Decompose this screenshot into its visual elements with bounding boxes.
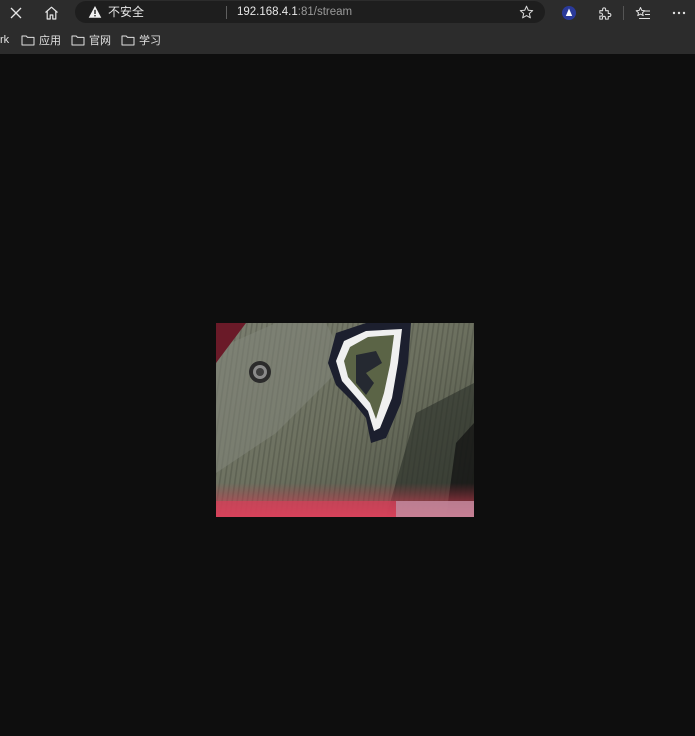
extensions-button[interactable] bbox=[590, 0, 618, 26]
more-button[interactable] bbox=[665, 0, 693, 26]
extension-badge-icon bbox=[562, 6, 576, 20]
security-status-label[interactable]: 不安全 bbox=[108, 4, 144, 20]
favorites-list-icon bbox=[635, 6, 650, 19]
bookmark-folder-study[interactable]: 学习 bbox=[121, 32, 161, 48]
url-host: 192.168.4.1 bbox=[237, 6, 298, 18]
close-icon bbox=[10, 7, 22, 19]
page-content bbox=[0, 54, 695, 736]
bookmarks-bar: rk 应用 官网 学习 bbox=[0, 26, 695, 54]
browser-toolbar: 不安全 192.168.4.1:81/stream bbox=[0, 0, 695, 26]
bookmark-folder-apps[interactable]: 应用 bbox=[21, 32, 61, 48]
close-button[interactable] bbox=[2, 0, 30, 26]
stream-image-drawing bbox=[216, 323, 474, 517]
more-icon bbox=[672, 11, 686, 15]
toolbar-divider bbox=[623, 6, 624, 20]
bookmark-label: 应用 bbox=[39, 35, 61, 47]
url-text[interactable]: 192.168.4.1:81/stream bbox=[237, 4, 352, 20]
folder-icon bbox=[121, 35, 135, 46]
bookmark-folder-official[interactable]: 官网 bbox=[71, 32, 111, 48]
add-favorite-button[interactable] bbox=[517, 3, 535, 21]
favorites-button[interactable] bbox=[629, 0, 657, 26]
url-path: :81/stream bbox=[297, 6, 353, 18]
puzzle-icon bbox=[598, 6, 611, 20]
home-icon bbox=[44, 6, 58, 20]
camera-stream-image bbox=[216, 323, 474, 517]
warning-icon[interactable] bbox=[88, 5, 102, 19]
star-icon bbox=[519, 5, 533, 18]
browser-window: 不安全 192.168.4.1:81/stream rk 应用 官网 学习 bbox=[0, 0, 695, 736]
bookmark-label: 官网 bbox=[89, 35, 111, 47]
folder-icon bbox=[21, 35, 35, 46]
folder-icon bbox=[71, 35, 85, 46]
home-button[interactable] bbox=[37, 0, 65, 26]
bookmark-label: 学习 bbox=[139, 35, 161, 47]
profile-extension-button[interactable] bbox=[555, 0, 583, 26]
address-bar[interactable]: 不安全 192.168.4.1:81/stream bbox=[75, 1, 545, 23]
bookmark-truncated[interactable]: rk bbox=[0, 32, 9, 48]
address-separator bbox=[226, 6, 227, 19]
